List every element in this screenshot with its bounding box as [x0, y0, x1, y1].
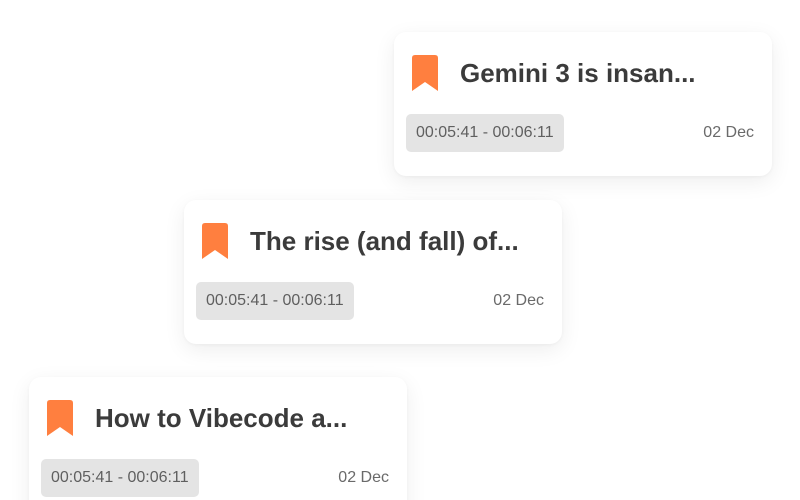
bookmark-title: Gemini 3 is insan...	[460, 58, 696, 88]
bookmark-title: How to Vibecode a...	[95, 403, 348, 433]
timestamp-range-badge[interactable]: 00:05:41 - 00:06:11	[406, 114, 564, 152]
bookmark-title: The rise (and fall) of...	[250, 226, 519, 256]
timestamp-range-badge[interactable]: 00:05:41 - 00:06:11	[41, 459, 199, 497]
bookmark-icon[interactable]	[199, 223, 231, 259]
bookmark-icon[interactable]	[44, 400, 76, 436]
bookmark-card[interactable]: Gemini 3 is insan... 00:05:41 - 00:06:11…	[394, 32, 772, 176]
bookmark-card[interactable]: How to Vibecode a... 00:05:41 - 00:06:11…	[29, 377, 407, 500]
bookmark-card[interactable]: The rise (and fall) of... 00:05:41 - 00:…	[184, 200, 562, 344]
bookmark-icon[interactable]	[409, 55, 441, 91]
bookmark-date: 02 Dec	[493, 292, 544, 309]
bookmark-cards-stage: Gemini 3 is insan... 00:05:41 - 00:06:11…	[0, 0, 800, 500]
timestamp-range-badge[interactable]: 00:05:41 - 00:06:11	[196, 282, 354, 320]
bookmark-date: 02 Dec	[703, 124, 754, 141]
bookmark-date: 02 Dec	[338, 469, 389, 486]
